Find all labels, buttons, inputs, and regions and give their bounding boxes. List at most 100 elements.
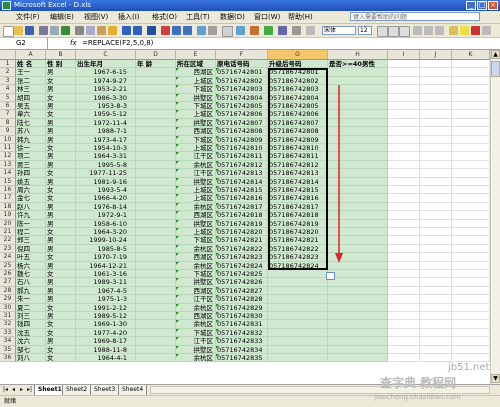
birth-cell[interactable]: 1972-11-4 [76, 118, 136, 128]
spelling-icon[interactable] [61, 26, 70, 35]
row-header[interactable]: 32 [0, 320, 16, 329]
check-cell[interactable] [328, 312, 388, 321]
tool-icon[interactable] [306, 26, 315, 35]
scroll-down-icon[interactable]: ▼ [491, 374, 500, 383]
new-phone-cell[interactable]: 057186742823 [268, 253, 328, 262]
cell[interactable] [452, 345, 490, 354]
cell[interactable] [420, 286, 452, 296]
old-phone-cell[interactable]: 05716742823 [216, 253, 268, 262]
cell[interactable] [420, 261, 452, 270]
name-cell[interactable]: 夏二 [16, 303, 46, 312]
column-header-C[interactable]: C [76, 50, 136, 59]
gender-cell[interactable]: 女 [46, 345, 76, 354]
row-header[interactable]: 27 [0, 278, 16, 287]
gender-cell[interactable]: 男 [46, 278, 76, 287]
cell[interactable] [388, 286, 420, 296]
gender-cell[interactable]: 女 [46, 228, 76, 237]
vertical-scrollbar[interactable]: ▲ ▼ [490, 50, 500, 384]
new-phone-cell[interactable] [268, 328, 328, 338]
district-cell[interactable]: 上城区 [176, 186, 216, 195]
underline-icon[interactable] [399, 26, 410, 37]
old-phone-cell[interactable]: 05716742826 [216, 278, 268, 287]
gender-cell[interactable]: 女 [46, 270, 76, 279]
age-cell[interactable] [136, 68, 176, 77]
name-cell[interactable]: 郝九 [16, 286, 46, 296]
district-cell[interactable]: 上城区 [176, 194, 216, 203]
district-cell[interactable]: 下城区 [176, 236, 216, 245]
bold-icon[interactable] [377, 26, 388, 37]
age-cell[interactable] [136, 244, 176, 254]
font-color-icon[interactable] [471, 26, 480, 35]
district-cell[interactable]: 余杭区 [176, 202, 216, 212]
new-phone-cell[interactable]: 057186742820 [268, 228, 328, 237]
birth-cell[interactable]: 1966-4-20 [76, 194, 136, 203]
row-header[interactable]: 11 [0, 144, 16, 153]
age-cell[interactable] [136, 270, 176, 279]
column-header-A[interactable]: A [16, 50, 46, 59]
toolbar-options-icon[interactable] [482, 26, 491, 35]
birth-cell[interactable]: 1959-5-12 [76, 110, 136, 119]
name-cell[interactable]: 叶五 [16, 253, 46, 262]
cell[interactable] [420, 76, 452, 86]
check-cell[interactable] [328, 68, 388, 77]
cell[interactable] [420, 337, 452, 346]
worksheet-grid[interactable]: ABCDEFGHIJK 1姓 名性 别出生年月年 龄所在区域 原电话号码 升级后号码… [0, 50, 490, 384]
cell[interactable] [388, 110, 420, 119]
cell[interactable] [420, 253, 452, 262]
cell[interactable] [452, 102, 490, 111]
paste-options-icon[interactable] [326, 272, 335, 280]
old-phone-cell[interactable]: 05716742817 [216, 202, 268, 212]
district-cell[interactable]: 西湖区 [176, 286, 216, 296]
new-phone-cell[interactable]: 057186742821 [268, 236, 328, 245]
header-name[interactable]: 姓 名 [16, 60, 46, 69]
cell[interactable] [452, 118, 490, 128]
name-cell[interactable]: 陆七 [16, 118, 46, 128]
birth-cell[interactable]: 1986-3-30 [76, 93, 136, 102]
birth-cell[interactable]: 1969-8-17 [76, 337, 136, 346]
age-cell[interactable] [136, 328, 176, 338]
age-cell[interactable] [136, 202, 176, 212]
old-phone-cell[interactable]: 05716742804 [216, 93, 268, 102]
new-phone-cell[interactable]: 057186742822 [268, 244, 328, 254]
row-header[interactable]: 26 [0, 270, 16, 279]
district-cell[interactable]: 江干区 [176, 337, 216, 346]
birth-cell[interactable]: 1969-1-30 [76, 320, 136, 329]
cell[interactable] [420, 186, 452, 195]
old-phone-cell[interactable]: 05716742819 [216, 219, 268, 228]
old-phone-cell[interactable]: 05716742829 [216, 303, 268, 312]
name-cell[interactable]: 沈六 [16, 337, 46, 346]
name-cell[interactable]: 韩九 [16, 135, 46, 144]
cell[interactable] [388, 312, 420, 321]
age-cell[interactable] [136, 261, 176, 270]
gender-cell[interactable]: 男 [46, 68, 76, 77]
name-cell[interactable]: 刘三 [16, 312, 46, 321]
name-cell[interactable]: 姚五 [16, 177, 46, 186]
cell[interactable] [420, 354, 452, 363]
new-phone-cell[interactable]: 057186742814 [268, 177, 328, 186]
name-cell[interactable]: 程二 [16, 228, 46, 237]
gender-cell[interactable]: 女 [46, 93, 76, 102]
cell[interactable] [452, 127, 490, 136]
new-phone-cell[interactable]: 057186742803 [268, 85, 328, 94]
birth-cell[interactable]: 1972-9-1 [76, 211, 136, 220]
name-box[interactable]: G2 [0, 38, 48, 49]
birth-cell[interactable]: 1988-11-8 [76, 345, 136, 354]
row-header[interactable]: 1 [0, 60, 16, 69]
name-cell[interactable]: 金七 [16, 194, 46, 203]
cell[interactable] [452, 328, 490, 338]
cell[interactable] [388, 236, 420, 245]
old-phone-cell[interactable]: 05716742807 [216, 118, 268, 128]
row-header[interactable]: 10 [0, 135, 16, 144]
cell[interactable] [420, 152, 452, 161]
row-header[interactable]: 6 [0, 102, 16, 111]
header-birth[interactable]: 出生年月 [76, 60, 136, 69]
birth-cell[interactable]: 1976-8-14 [76, 202, 136, 212]
new-icon[interactable] [3, 26, 14, 37]
row-header[interactable]: 12 [0, 152, 16, 161]
age-cell[interactable] [136, 144, 176, 153]
select-all-corner[interactable] [0, 50, 16, 59]
format-painter-icon[interactable] [108, 26, 117, 35]
row-header[interactable]: 17 [0, 194, 16, 203]
cell[interactable] [420, 144, 452, 153]
formula-input[interactable]: =REPLACE(F2,5,0,8) [82, 38, 153, 49]
